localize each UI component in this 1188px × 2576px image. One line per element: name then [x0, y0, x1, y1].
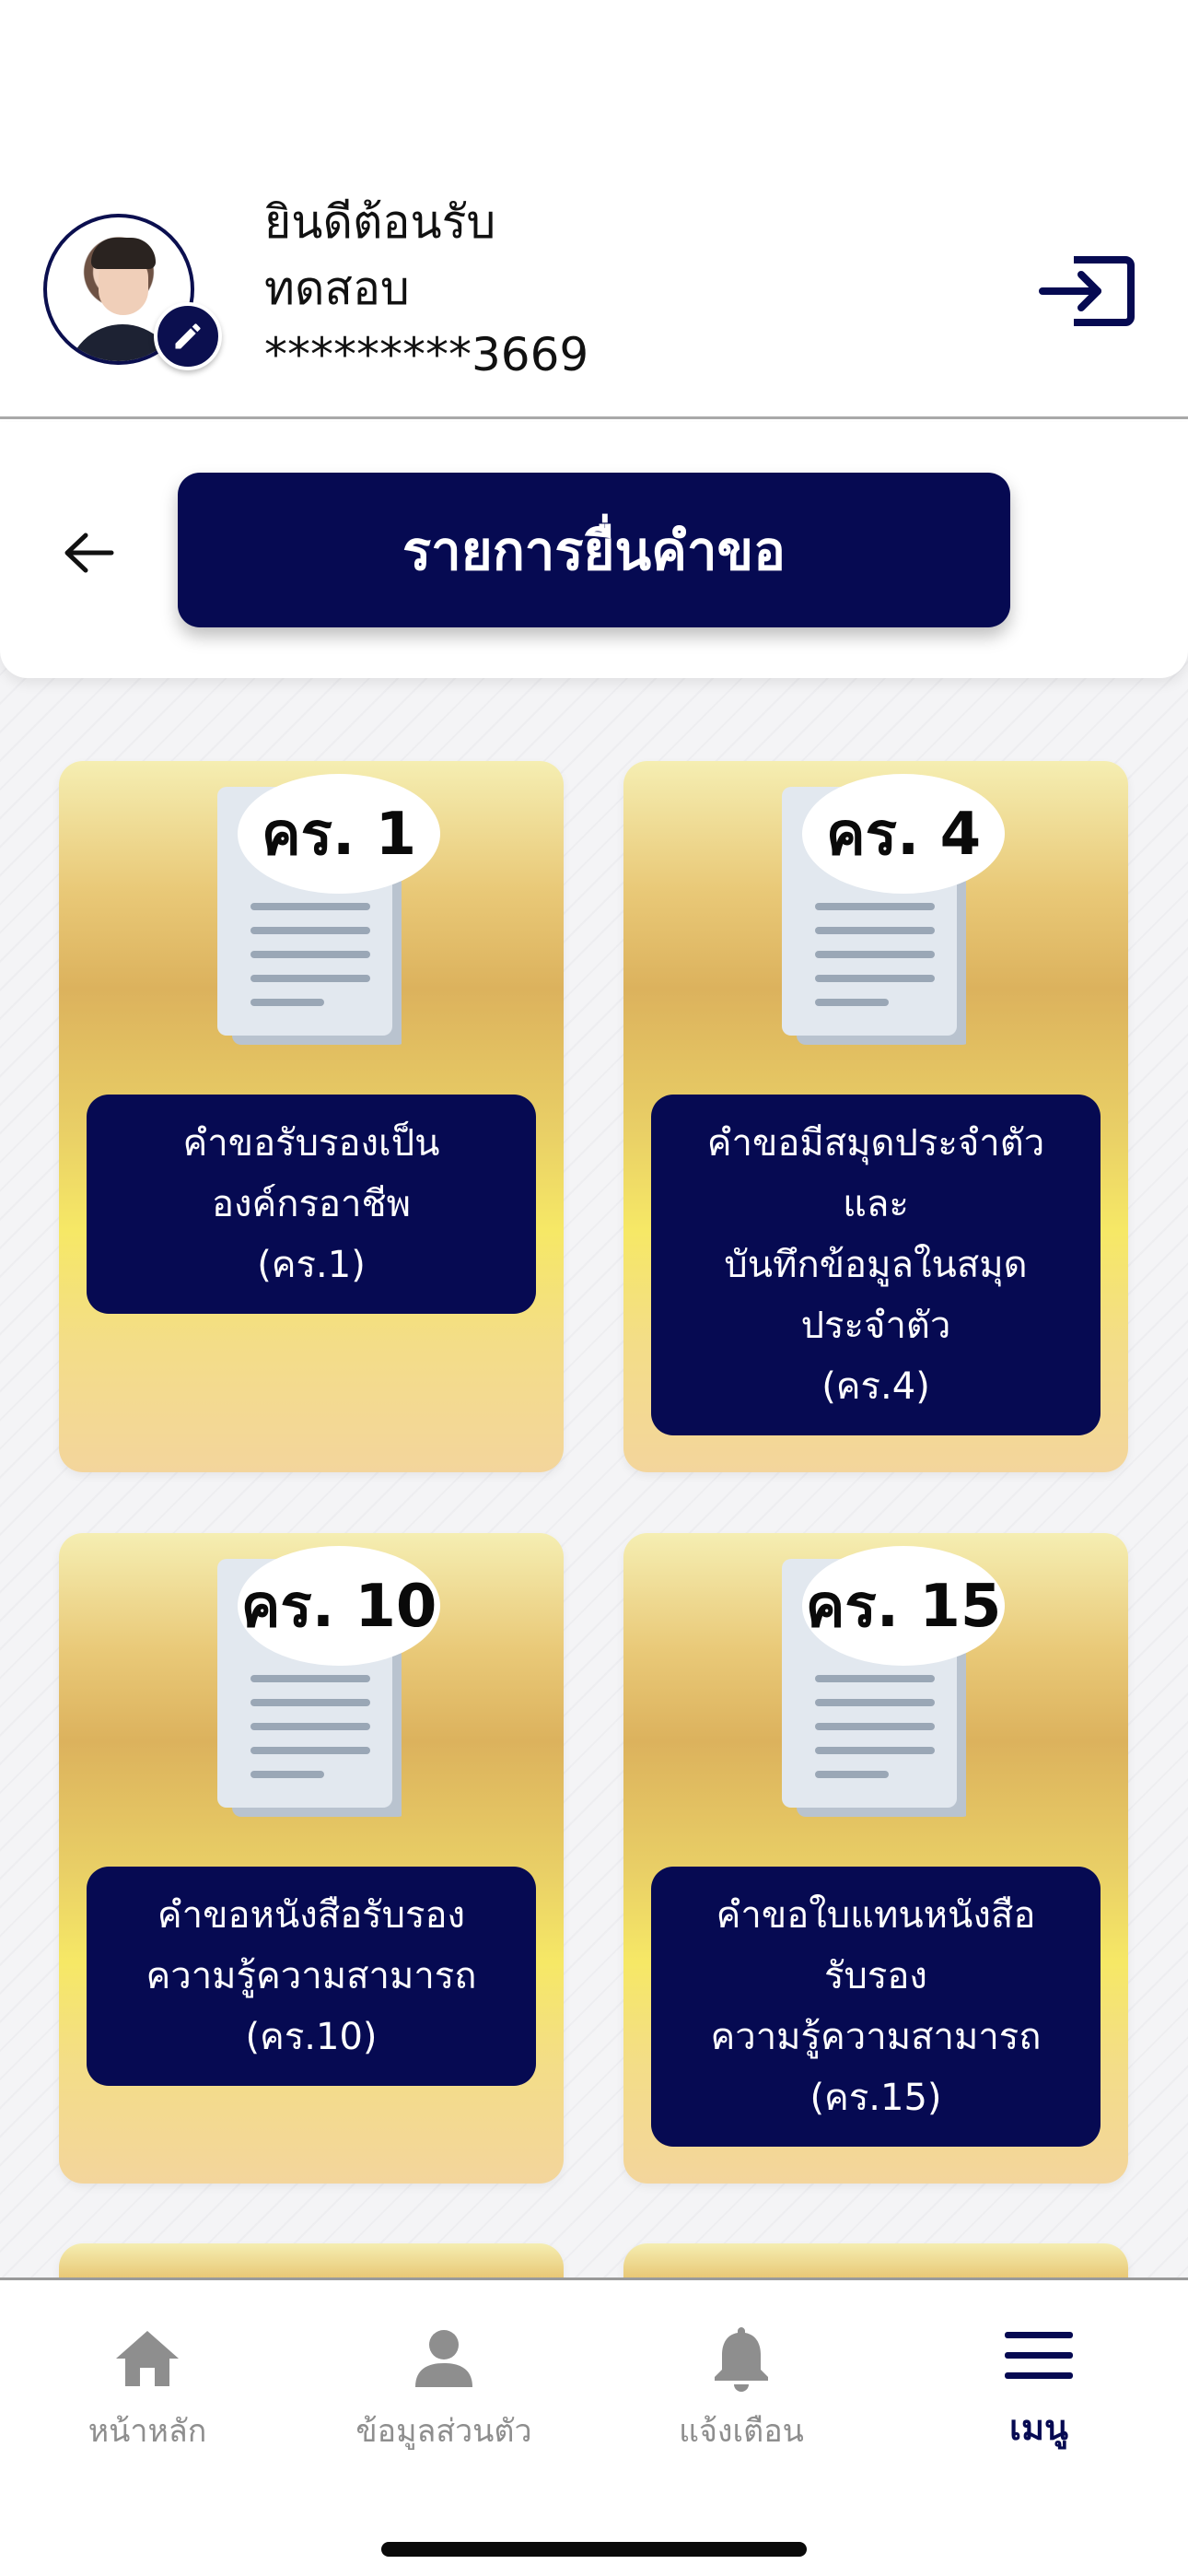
- edit-avatar-button[interactable]: [154, 302, 222, 370]
- title-bar: รายการยื่นคำขอ: [0, 422, 1188, 678]
- logout-icon: [1039, 256, 1135, 326]
- avatar-container[interactable]: [43, 214, 222, 370]
- home-indicator[interactable]: [381, 2542, 807, 2557]
- nav-menu[interactable]: เมนู: [901, 2317, 1177, 2455]
- description-line: คำขอรับรองเป็น: [182, 1122, 440, 1165]
- user-name: ทดสอบ: [264, 262, 410, 315]
- description-line: องค์กรอาชีพ: [211, 1183, 411, 1225]
- back-button[interactable]: [55, 519, 123, 587]
- description-line: ความรู้ความสามารถ: [710, 2016, 1042, 2058]
- request-card-kr15[interactable]: คร. 15 คำขอใบแทนหนังสือ รับรอง ความรู้คว…: [623, 1533, 1128, 2184]
- nav-home[interactable]: หน้าหลัก: [9, 2317, 285, 2455]
- masked-id: *********3669: [264, 328, 589, 381]
- nav-label: แจ้งเตือน: [679, 2413, 804, 2450]
- bell-icon: [700, 2317, 783, 2400]
- description-line: รับรอง: [824, 1955, 927, 1997]
- request-card-partial[interactable]: [59, 2243, 564, 2277]
- request-description[interactable]: คำขอมีสมุดประจำตัว และ บันทึกข้อมูลในสมุ…: [651, 1095, 1101, 1435]
- home-icon: [106, 2317, 189, 2400]
- form-code-badge: คร. 4: [802, 774, 1005, 894]
- profile-header: ยินดีต้อนรับ ทดสอบ *********3669: [0, 0, 1188, 419]
- welcome-block: ยินดีต้อนรับ ทดสอบ *********3669: [264, 189, 588, 388]
- description-line: คำขอใบแทนหนังสือ: [716, 1894, 1036, 1937]
- description-line: (คร.4): [821, 1365, 930, 1408]
- nav-label: เมนู: [1008, 2407, 1068, 2448]
- description-line: คำขอมีสมุดประจำตัว: [706, 1122, 1045, 1165]
- nav-label: ข้อมูลส่วนตัว: [355, 2413, 532, 2450]
- request-card-kr10[interactable]: คร. 10 คำขอหนังสือรับรอง ความรู้ความสามา…: [59, 1533, 564, 2184]
- nav-label: หน้าหลัก: [87, 2413, 207, 2450]
- description-line: และ: [843, 1183, 909, 1225]
- arrow-left-icon: [64, 533, 114, 573]
- menu-icon: [997, 2317, 1080, 2394]
- description-line: ความรู้ความสามารถ: [146, 1955, 477, 1997]
- description-line: (คร.1): [257, 1244, 366, 1286]
- logout-button[interactable]: [1036, 247, 1137, 335]
- request-card-kr4[interactable]: คร. 4 คำขอมีสมุดประจำตัว และ บันทึกข้อมู…: [623, 761, 1128, 1472]
- description-line: ประจำตัว: [800, 1305, 951, 1347]
- description-line: บันทึกข้อมูลในสมุด: [724, 1244, 1028, 1286]
- request-description[interactable]: คำขอใบแทนหนังสือ รับรอง ความรู้ความสามาร…: [651, 1867, 1101, 2147]
- person-icon: [402, 2317, 485, 2400]
- nav-profile[interactable]: ข้อมูลส่วนตัว: [306, 2317, 582, 2455]
- description-line: (คร.15): [809, 2077, 942, 2119]
- bottom-navigation: หน้าหลัก ข้อมูลส่วนตัว แจ้งเตือน เมนู: [0, 2277, 1188, 2576]
- page-title: รายการยื่นคำขอ: [178, 473, 1010, 627]
- form-code-badge: คร. 15: [802, 1546, 1005, 1666]
- request-card-kr1[interactable]: คร. 1 คำขอรับรองเป็น องค์กรอาชีพ (คร.1): [59, 761, 564, 1472]
- form-code-badge: คร. 1: [238, 774, 440, 894]
- nav-notifications[interactable]: แจ้งเตือน: [603, 2317, 879, 2455]
- description-line: (คร.10): [245, 2016, 378, 2058]
- request-description[interactable]: คำขอรับรองเป็น องค์กรอาชีพ (คร.1): [87, 1095, 536, 1314]
- request-list: คร. 1 คำขอรับรองเป็น องค์กรอาชีพ (คร.1) …: [0, 645, 1188, 2277]
- pencil-icon: [175, 323, 201, 349]
- request-card-partial[interactable]: [623, 2243, 1128, 2277]
- request-description[interactable]: คำขอหนังสือรับรอง ความรู้ความสามารถ (คร.…: [87, 1867, 536, 2086]
- avatar-hair: [91, 238, 156, 269]
- description-line: คำขอหนังสือรับรอง: [157, 1894, 466, 1937]
- welcome-text: ยินดีต้อนรับ: [264, 195, 496, 249]
- form-code-badge: คร. 10: [238, 1546, 440, 1666]
